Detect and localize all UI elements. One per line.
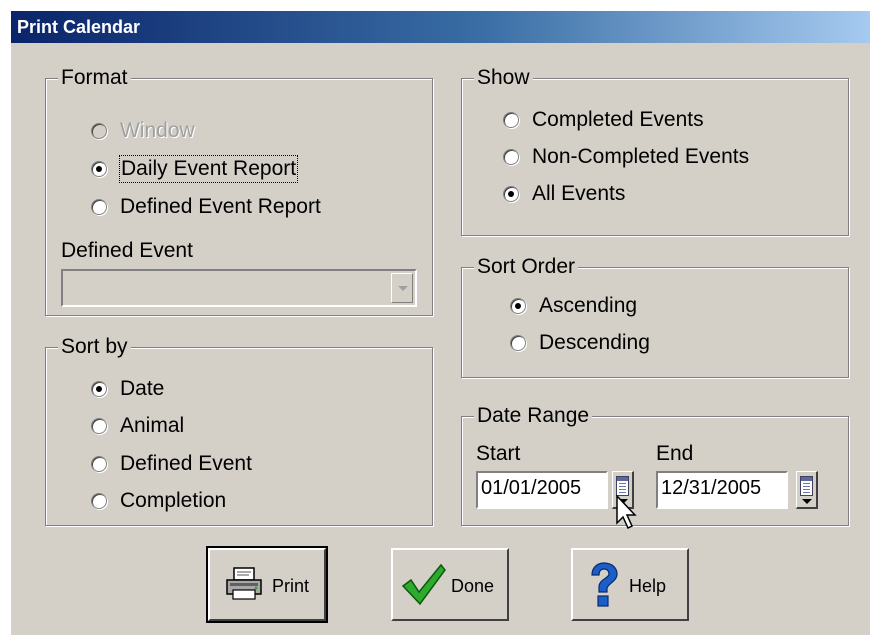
date-range-group: Date Range Start End 01/01/2005 12/31/20… bbox=[461, 403, 849, 526]
radio-label: Date bbox=[120, 377, 165, 400]
question-mark-icon bbox=[591, 562, 618, 607]
radio-button[interactable] bbox=[91, 493, 107, 509]
sort-by-group-label: Sort by bbox=[58, 334, 131, 360]
show-group: Show Completed Events Non-Completed Even… bbox=[461, 65, 849, 236]
calendar-icon bbox=[800, 476, 813, 496]
print-calendar-dialog: Print Calendar Format Window Daily Event… bbox=[11, 11, 870, 635]
radio-button[interactable] bbox=[503, 149, 519, 165]
start-date-input[interactable]: 01/01/2005 bbox=[476, 471, 608, 509]
dropdown-arrow-icon[interactable] bbox=[391, 273, 413, 303]
end-date-input[interactable]: 12/31/2005 bbox=[656, 471, 788, 509]
radio-label: Ascending bbox=[539, 294, 638, 317]
end-date-label: End bbox=[656, 442, 694, 465]
radio-label: Animal bbox=[120, 414, 185, 437]
sort-order-group-label: Sort Order bbox=[474, 254, 579, 280]
format-group: Format Window Daily Event Report Defined… bbox=[45, 65, 433, 316]
radio-button[interactable] bbox=[503, 112, 519, 128]
defined-event-label: Defined Event bbox=[61, 239, 193, 262]
printer-icon bbox=[226, 567, 262, 600]
mouse-cursor-icon bbox=[616, 495, 637, 530]
date-range-group-label: Date Range bbox=[474, 403, 593, 429]
radio-button[interactable] bbox=[91, 123, 107, 139]
radio-button[interactable] bbox=[503, 186, 519, 202]
format-group-label: Format bbox=[58, 65, 131, 91]
radio-button[interactable] bbox=[91, 161, 107, 177]
print-button[interactable]: Print bbox=[206, 546, 328, 623]
radio-button[interactable] bbox=[91, 456, 107, 472]
window-title: Print Calendar bbox=[17, 17, 141, 37]
end-date-calendar-button[interactable] bbox=[796, 471, 818, 509]
help-button[interactable]: Help bbox=[571, 548, 689, 621]
title-bar[interactable]: Print Calendar bbox=[11, 11, 870, 43]
radio-button[interactable] bbox=[510, 298, 526, 314]
show-group-label: Show bbox=[474, 65, 533, 91]
sort-by-group: Sort by Date Animal Defined Event Comple… bbox=[45, 334, 433, 526]
radio-button[interactable] bbox=[91, 381, 107, 397]
radio-button[interactable] bbox=[91, 199, 107, 215]
sort-order-group: Sort Order Ascending Descending bbox=[461, 254, 849, 378]
done-button-label: Done bbox=[451, 576, 495, 596]
radio-label: Descending bbox=[539, 331, 650, 354]
radio-label: Defined Event Report bbox=[120, 195, 321, 218]
defined-event-combobox[interactable] bbox=[61, 269, 417, 307]
print-button-label: Print bbox=[272, 576, 310, 596]
checkmark-icon bbox=[401, 563, 446, 606]
start-date-label: Start bbox=[476, 442, 521, 465]
done-button[interactable]: Done bbox=[391, 548, 509, 621]
radio-button[interactable] bbox=[510, 335, 526, 351]
radio-label: All Events bbox=[532, 182, 626, 205]
radio-label: Window bbox=[120, 119, 195, 142]
help-button-label: Help bbox=[629, 576, 667, 596]
calendar-icon bbox=[616, 476, 629, 496]
radio-label: Daily Event Report bbox=[118, 155, 299, 183]
radio-label: Completed Events bbox=[532, 108, 704, 131]
radio-label: Non-Completed Events bbox=[532, 145, 750, 168]
radio-label: Defined Event bbox=[120, 452, 252, 475]
radio-button[interactable] bbox=[91, 418, 107, 434]
radio-label: Completion bbox=[120, 489, 227, 512]
dropdown-arrow-icon bbox=[802, 499, 812, 504]
